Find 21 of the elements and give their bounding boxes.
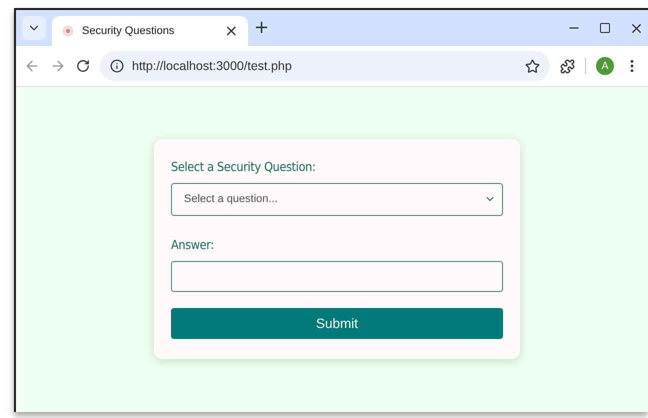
url-text: http://localhost:3000/test.php — [132, 59, 293, 73]
bookmark-star-icon[interactable] — [525, 58, 540, 74]
address-bar[interactable]: http://localhost:3000/test.php — [100, 51, 550, 81]
back-icon[interactable] — [24, 58, 40, 74]
answer-field[interactable] — [171, 260, 503, 292]
answer-label: Answer: — [171, 236, 215, 252]
extensions-icon[interactable] — [560, 58, 575, 74]
favicon-icon — [62, 25, 74, 37]
close-tab-button[interactable]: × — [224, 23, 238, 39]
profile-avatar[interactable]: A — [596, 57, 614, 75]
browser-tab[interactable]: Security Questions × — [52, 16, 248, 46]
info-icon[interactable] — [110, 59, 124, 73]
question-select[interactable]: Select a question... — [171, 183, 503, 216]
tab-search-button[interactable] — [22, 16, 46, 40]
tab-title: Security Questions — [82, 25, 176, 37]
maximize-icon[interactable] — [599, 22, 611, 34]
new-tab-button[interactable]: + — [254, 19, 270, 37]
forward-icon[interactable] — [50, 58, 66, 74]
reload-icon[interactable] — [76, 59, 90, 73]
question-label: Select a Security Question: — [171, 159, 316, 174]
submit-button[interactable]: Submit — [171, 308, 503, 339]
